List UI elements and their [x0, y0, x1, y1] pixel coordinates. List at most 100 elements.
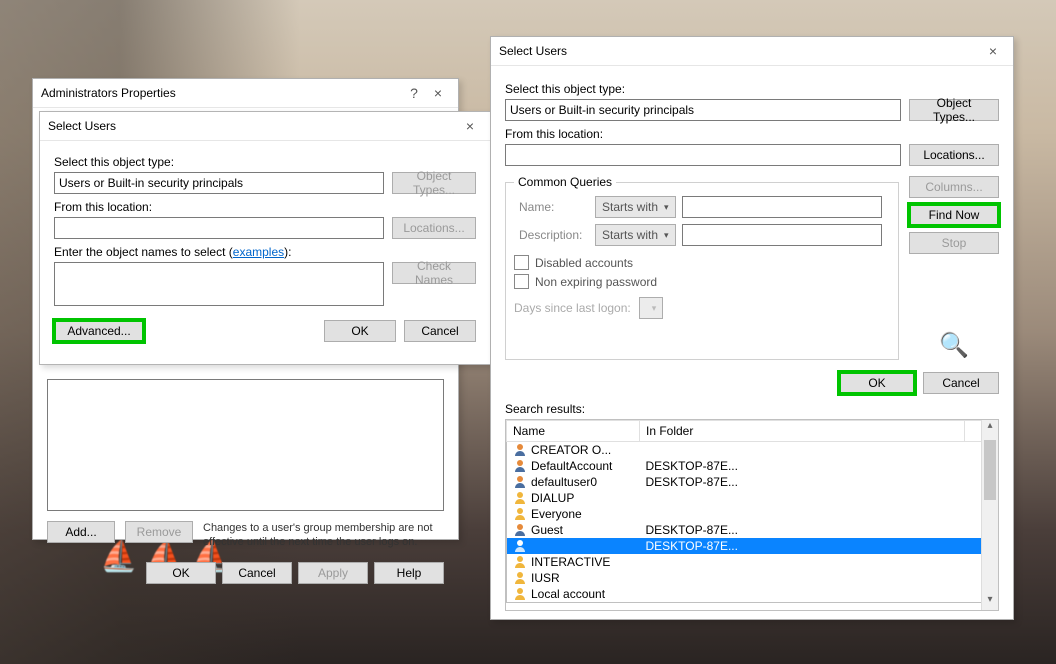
- result-name: DIALUP: [531, 491, 574, 505]
- window-title: Administrators Properties: [41, 86, 176, 100]
- disabled-accounts-checkbox[interactable]: [514, 255, 529, 270]
- disabled-accounts-label: Disabled accounts: [535, 256, 633, 270]
- administrators-properties-window: Administrators Properties ? × Select Use…: [32, 78, 459, 540]
- find-now-button[interactable]: Find Now: [909, 204, 999, 226]
- result-folder: DESKTOP-87E...: [640, 522, 965, 538]
- result-folder: [640, 570, 965, 586]
- days-since-label: Days since last logon:: [514, 301, 631, 315]
- table-row[interactable]: IUSR: [507, 570, 998, 586]
- help-button[interactable]: Help: [374, 562, 444, 584]
- examples-link[interactable]: examples: [233, 245, 284, 259]
- result-folder: [640, 506, 965, 522]
- locations-button[interactable]: Locations...: [909, 144, 999, 166]
- column-header-folder[interactable]: In Folder: [640, 421, 965, 442]
- from-location-label: From this location:: [54, 200, 476, 214]
- ok-button[interactable]: OK: [324, 320, 396, 342]
- titlebar[interactable]: Administrators Properties ? ×: [33, 79, 458, 108]
- object-type-input[interactable]: [505, 99, 901, 121]
- result-folder: DESKTOP-87E...: [640, 538, 965, 554]
- window-title: Select Users: [48, 119, 116, 133]
- scrollbar[interactable]: ▴ ▾: [981, 420, 998, 610]
- check-names-button[interactable]: Check Names: [392, 262, 476, 284]
- result-name: CREATOR O...: [531, 443, 611, 457]
- table-row[interactable]: DESKTOP-87E...: [507, 538, 998, 554]
- stop-button[interactable]: Stop: [909, 232, 999, 254]
- ok-button[interactable]: OK: [839, 372, 915, 394]
- search-results-label: Search results:: [505, 402, 999, 416]
- enter-names-label: Enter the object names to select (exampl…: [54, 245, 476, 259]
- titlebar[interactable]: Select Users ×: [491, 37, 1013, 66]
- locations-button[interactable]: Locations...: [392, 217, 476, 239]
- object-type-label: Select this object type:: [505, 82, 999, 96]
- description-filter-input[interactable]: [682, 224, 882, 246]
- membership-note: Changes to a user's group membership are…: [203, 521, 444, 550]
- table-row[interactable]: Local account: [507, 586, 998, 603]
- group-icon: [513, 491, 527, 505]
- group-icon: [513, 587, 527, 601]
- name-label: Name:: [518, 195, 590, 219]
- table-row[interactable]: DefaultAccount DESKTOP-87E...: [507, 458, 998, 474]
- help-button[interactable]: ?: [402, 85, 426, 101]
- table-row[interactable]: DIALUP: [507, 490, 998, 506]
- description-match-dropdown[interactable]: Starts with▾: [595, 224, 676, 246]
- close-button[interactable]: ×: [458, 118, 482, 134]
- advanced-button[interactable]: Advanced...: [54, 320, 144, 342]
- table-row[interactable]: defaultuser0 DESKTOP-87E...: [507, 474, 998, 490]
- object-names-textarea[interactable]: [54, 262, 384, 306]
- column-header-name[interactable]: Name: [507, 421, 640, 442]
- object-types-button[interactable]: Object Types...: [392, 172, 476, 194]
- scroll-thumb[interactable]: [984, 440, 996, 500]
- result-name: Everyone: [531, 507, 582, 521]
- apply-button[interactable]: Apply: [298, 562, 368, 584]
- user-icon: [513, 523, 527, 537]
- cancel-button[interactable]: Cancel: [923, 372, 999, 394]
- result-folder: [640, 586, 965, 603]
- search-icon: 🔍: [909, 331, 999, 360]
- search-results-list[interactable]: Name In Folder CREATOR O...DefaultAccoun…: [505, 419, 999, 611]
- description-label: Description:: [518, 223, 590, 247]
- non-expiring-label: Non expiring password: [535, 275, 657, 289]
- result-name: defaultuser0: [531, 475, 597, 489]
- close-button[interactable]: ×: [981, 43, 1005, 59]
- group-icon: [513, 507, 527, 521]
- days-since-dropdown: ▾: [639, 297, 664, 319]
- result-name: INTERACTIVE: [531, 555, 610, 569]
- object-type-label: Select this object type:: [54, 155, 476, 169]
- name-filter-input[interactable]: [682, 196, 882, 218]
- window-title: Select Users: [499, 44, 567, 58]
- result-name: Local account: [531, 587, 605, 601]
- user-icon: [513, 475, 527, 489]
- name-match-dropdown[interactable]: Starts with▾: [595, 196, 676, 218]
- object-types-button[interactable]: Object Types...: [909, 99, 999, 121]
- select-users-dialog: Select Users × Select this object type: …: [39, 111, 491, 365]
- table-row[interactable]: Guest DESKTOP-87E...: [507, 522, 998, 538]
- result-name: IUSR: [531, 571, 560, 585]
- from-location-label: From this location:: [505, 127, 999, 141]
- cancel-button[interactable]: Cancel: [222, 562, 292, 584]
- close-button[interactable]: ×: [426, 85, 450, 101]
- titlebar[interactable]: Select Users ×: [40, 112, 490, 141]
- result-folder: DESKTOP-87E...: [640, 474, 965, 490]
- add-button[interactable]: Add...: [47, 521, 115, 543]
- result-folder: [640, 442, 965, 459]
- table-row[interactable]: INTERACTIVE: [507, 554, 998, 570]
- table-row[interactable]: CREATOR O...: [507, 442, 998, 459]
- columns-button[interactable]: Columns...: [909, 176, 999, 198]
- scroll-down-icon[interactable]: ▾: [982, 594, 998, 610]
- cancel-button[interactable]: Cancel: [404, 320, 476, 342]
- result-folder: [640, 554, 965, 570]
- select-users-advanced-window: Select Users × Select this object type: …: [490, 36, 1014, 620]
- result-name: Guest: [531, 523, 563, 537]
- table-row[interactable]: Everyone: [507, 506, 998, 522]
- result-folder: DESKTOP-87E...: [640, 458, 965, 474]
- ok-button[interactable]: OK: [146, 562, 216, 584]
- group-icon: [513, 571, 527, 585]
- scroll-up-icon[interactable]: ▴: [982, 420, 998, 436]
- object-type-input[interactable]: [54, 172, 384, 194]
- non-expiring-checkbox[interactable]: [514, 274, 529, 289]
- from-location-input[interactable]: [54, 217, 384, 239]
- remove-button[interactable]: Remove: [125, 521, 193, 543]
- members-listbox[interactable]: [47, 379, 444, 511]
- from-location-input[interactable]: [505, 144, 901, 166]
- result-name: DefaultAccount: [531, 459, 612, 473]
